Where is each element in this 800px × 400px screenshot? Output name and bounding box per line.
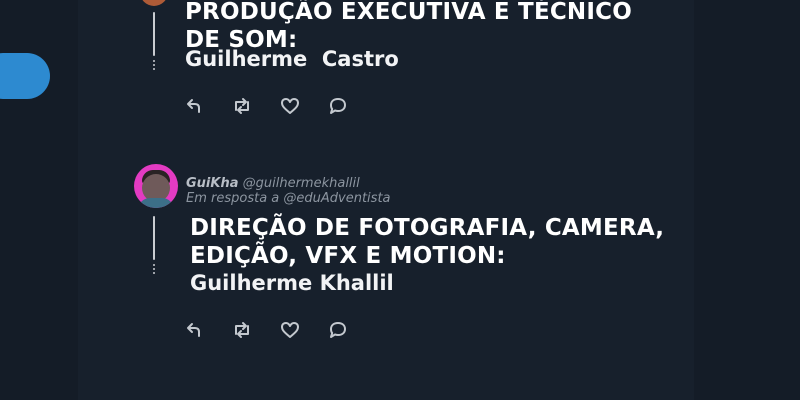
thread-dot bbox=[153, 272, 155, 274]
reply-to-text: Em resposta a @eduAdventista bbox=[186, 191, 391, 206]
thread-dot bbox=[153, 60, 155, 62]
comment-icon[interactable] bbox=[326, 318, 350, 342]
avatar-shirt bbox=[138, 198, 174, 208]
tweet-card[interactable]: PRODUÇÃO EXECUTIVA E TÉCNICO DE SOM: Gui… bbox=[78, 0, 694, 120]
thread-dot bbox=[153, 68, 155, 70]
comment-icon[interactable] bbox=[326, 94, 350, 118]
tweet-person: Guilherme Khallil bbox=[190, 271, 394, 295]
headline-line: PRODUÇÃO EXECUTIVA E TÉCNICO bbox=[185, 0, 632, 25]
thread-dot bbox=[153, 64, 155, 66]
retweet-icon[interactable] bbox=[230, 94, 254, 118]
avatar[interactable] bbox=[140, 0, 168, 6]
headline-line: EDIÇÃO, VFX E MOTION: bbox=[190, 243, 506, 269]
thread-line bbox=[153, 12, 155, 56]
right-panel bbox=[694, 0, 800, 400]
video-frame: PRODUÇÃO EXECUTIVA E TÉCNICO DE SOM: Gui… bbox=[0, 0, 800, 400]
tweet-headline: DIREÇÃO DE FOTOGRAFIA, CAMERA, EDIÇÃO, V… bbox=[190, 214, 664, 270]
headline-line: DIREÇÃO DE FOTOGRAFIA, CAMERA, bbox=[190, 215, 665, 241]
tweet-meta: GuiKha @guilhermekhallil Em resposta a @… bbox=[186, 176, 391, 206]
thread-dot bbox=[153, 264, 155, 266]
reply-icon[interactable] bbox=[182, 318, 206, 342]
thread-dot bbox=[153, 268, 155, 270]
thread-line bbox=[153, 216, 155, 260]
like-icon[interactable] bbox=[278, 94, 302, 118]
tweet-actions bbox=[182, 318, 374, 342]
display-name[interactable]: GuiKha bbox=[186, 176, 238, 191]
left-panel bbox=[0, 0, 78, 400]
side-button[interactable] bbox=[0, 53, 50, 99]
avatar[interactable] bbox=[134, 164, 178, 208]
tweet-card[interactable]: GuiKha @guilhermekhallil Em resposta a @… bbox=[78, 160, 694, 350]
tweet-actions bbox=[182, 94, 374, 118]
tweet-feed: PRODUÇÃO EXECUTIVA E TÉCNICO DE SOM: Gui… bbox=[78, 0, 694, 400]
author-line: GuiKha @guilhermekhallil bbox=[186, 176, 391, 191]
tweet-person: Guilherme Castro bbox=[185, 47, 399, 71]
user-handle[interactable]: @guilhermekhallil bbox=[243, 176, 360, 191]
retweet-icon[interactable] bbox=[230, 318, 254, 342]
like-icon[interactable] bbox=[278, 318, 302, 342]
reply-icon[interactable] bbox=[182, 94, 206, 118]
